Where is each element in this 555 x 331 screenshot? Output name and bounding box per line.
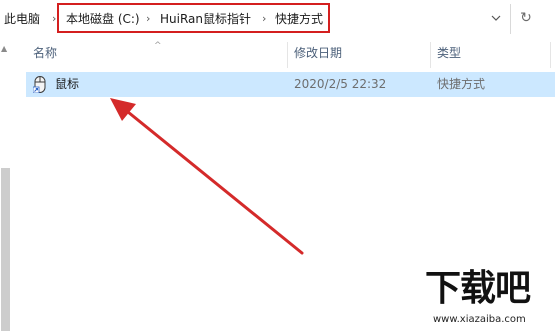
refresh-button[interactable]: ↻: [513, 5, 539, 31]
column-header-type[interactable]: 类型: [430, 38, 550, 68]
watermark-url: www.xiazaiba.com: [433, 314, 526, 325]
column-header-date[interactable]: 修改日期: [287, 38, 430, 68]
breadcrumb-root[interactable]: 此电脑: [4, 11, 40, 27]
column-header-date-label: 修改日期: [294, 46, 343, 60]
file-date-modified: 2020/2/5 22:32: [294, 77, 387, 91]
breadcrumb-separator-icon[interactable]: ›: [52, 11, 56, 27]
scroll-up-arrow-icon[interactable]: ▲: [1, 44, 7, 53]
address-divider: [510, 4, 511, 34]
address-history-button[interactable]: [486, 6, 506, 30]
file-row[interactable]: 鼠标 2020/2/5 22:32 快捷方式: [26, 72, 555, 97]
mouse-shortcut-icon: [33, 76, 46, 93]
watermark-logo: 下载吧: [425, 267, 531, 309]
file-name[interactable]: 鼠标: [55, 72, 79, 97]
file-type: 快捷方式: [437, 77, 486, 91]
navigation-scrollbar-thumb[interactable]: [1, 168, 10, 331]
column-header-row: 名称 修改日期 类型: [26, 38, 555, 68]
file-explorer-window: 此电脑 › 本地磁盘 (C:) › HuiRan鼠标指针 › 快捷方式 ↻ ▲ …: [0, 0, 555, 331]
sort-ascending-icon: ^: [154, 41, 162, 51]
column-divider[interactable]: [550, 42, 551, 68]
navigation-pane-edge: ▲: [0, 38, 11, 331]
column-header-type-label: 类型: [437, 46, 462, 60]
refresh-icon: ↻: [520, 10, 532, 26]
column-header-name-label: 名称: [33, 46, 58, 60]
chevron-down-icon: [491, 15, 501, 21]
address-bar[interactable]: 此电脑 › 本地磁盘 (C:) › HuiRan鼠标指针 › 快捷方式 ↻: [0, 0, 555, 38]
breadcrumb-highlight-box: [57, 3, 330, 33]
